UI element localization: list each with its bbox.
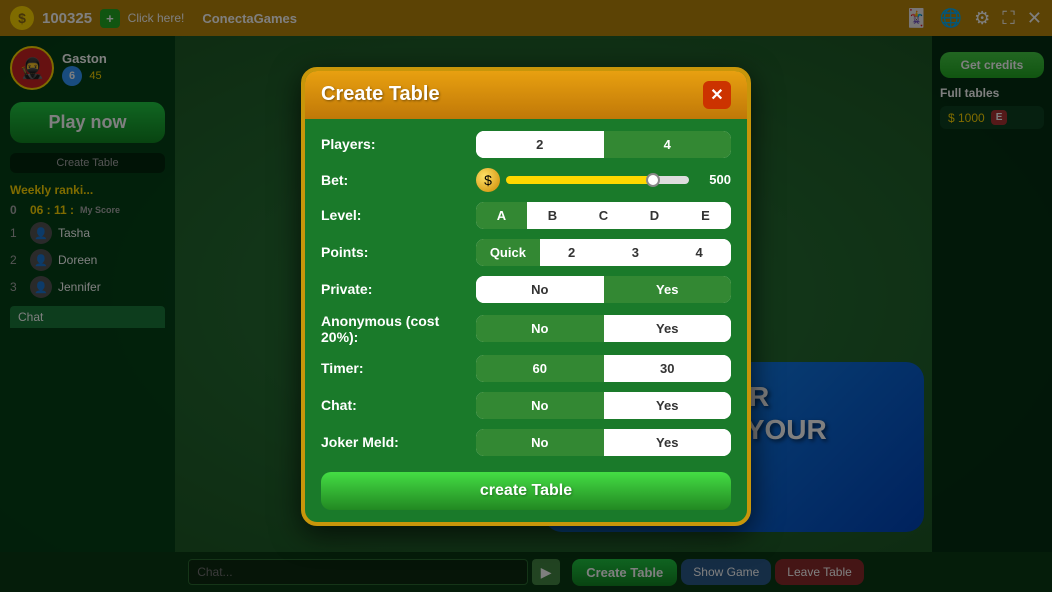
anon-opt-no[interactable]: No [476, 315, 604, 342]
joker-opt-yes[interactable]: Yes [604, 429, 732, 456]
chat-row-label: Chat: [321, 397, 466, 413]
level-row: Level: A B C D E [321, 202, 731, 229]
level-opt-A[interactable]: A [476, 202, 527, 229]
bet-value: 500 [695, 172, 731, 187]
anonymous-options: No Yes [476, 315, 731, 342]
modal-overlay: Create Table ✕ Players: 2 4 Bet: $ [0, 0, 1052, 592]
bet-controls: $ 500 [476, 168, 731, 192]
create-table-modal: Create Table ✕ Players: 2 4 Bet: $ [301, 67, 751, 526]
points-options: Quick 2 3 4 [476, 239, 731, 266]
joker-options: No Yes [476, 429, 731, 456]
bet-coin-icon: $ [476, 168, 500, 192]
level-label: Level: [321, 207, 466, 223]
level-opt-C[interactable]: C [578, 202, 629, 229]
points-opt-3[interactable]: 3 [604, 239, 668, 266]
players-options: 2 4 [476, 131, 731, 158]
create-table-button[interactable]: create Table [321, 472, 731, 510]
bet-label: Bet: [321, 172, 466, 188]
modal-close-button[interactable]: ✕ [703, 81, 731, 109]
private-row: Private: No Yes [321, 276, 731, 303]
timer-label: Timer: [321, 360, 466, 376]
points-row: Points: Quick 2 3 4 [321, 239, 731, 266]
anonymous-label: Anonymous (cost 20%): [321, 313, 466, 345]
joker-row: Joker Meld: No Yes [321, 429, 731, 456]
level-options: A B C D E [476, 202, 731, 229]
anonymous-row: Anonymous (cost 20%): No Yes [321, 313, 731, 345]
points-label: Points: [321, 244, 466, 260]
bet-row: Bet: $ 500 [321, 168, 731, 192]
level-opt-D[interactable]: D [629, 202, 680, 229]
modal-header: Create Table ✕ [305, 71, 747, 119]
players-label: Players: [321, 136, 466, 152]
private-label: Private: [321, 281, 466, 297]
chat-opt-no[interactable]: No [476, 392, 604, 419]
timer-opt-30[interactable]: 30 [604, 355, 732, 382]
timer-options: 60 30 [476, 355, 731, 382]
chat-opt-yes[interactable]: Yes [604, 392, 732, 419]
joker-label: Joker Meld: [321, 434, 466, 450]
players-opt-4[interactable]: 4 [604, 131, 732, 158]
anon-opt-yes[interactable]: Yes [604, 315, 732, 342]
points-opt-2[interactable]: 2 [540, 239, 604, 266]
players-row: Players: 2 4 [321, 131, 731, 158]
timer-opt-60[interactable]: 60 [476, 355, 604, 382]
players-opt-2[interactable]: 2 [476, 131, 604, 158]
points-opt-quick[interactable]: Quick [476, 239, 540, 266]
points-opt-4[interactable]: 4 [667, 239, 731, 266]
joker-opt-no[interactable]: No [476, 429, 604, 456]
bet-slider-thumb [646, 173, 660, 187]
private-opt-no[interactable]: No [476, 276, 604, 303]
level-opt-B[interactable]: B [527, 202, 578, 229]
private-options: No Yes [476, 276, 731, 303]
bet-slider[interactable] [506, 176, 689, 184]
chat-row: Chat: No Yes [321, 392, 731, 419]
timer-row: Timer: 60 30 [321, 355, 731, 382]
modal-body: Players: 2 4 Bet: $ 500 Level [305, 119, 747, 522]
private-opt-yes[interactable]: Yes [604, 276, 732, 303]
chat-options: No Yes [476, 392, 731, 419]
level-opt-E[interactable]: E [680, 202, 731, 229]
modal-title: Create Table [321, 83, 440, 106]
